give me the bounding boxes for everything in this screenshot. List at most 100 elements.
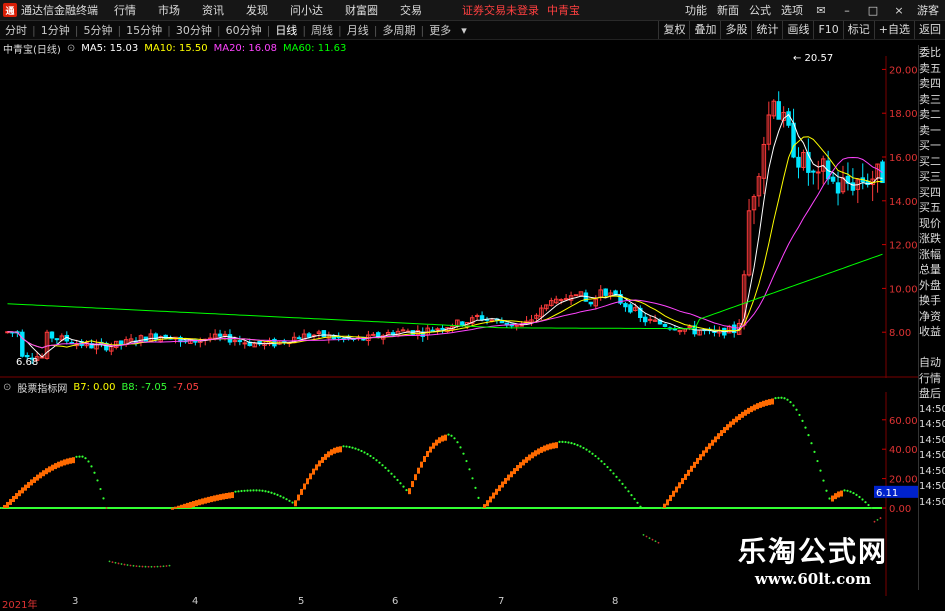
ind-point — [867, 503, 870, 507]
period-monthly[interactable]: 月线 — [342, 22, 374, 38]
side-panel-item[interactable]: 行情 — [919, 371, 945, 387]
ind-point — [624, 486, 627, 489]
side-panel-item[interactable]: 收益 — [919, 324, 945, 340]
ind-point — [252, 489, 255, 492]
minimize-icon[interactable]: – — [839, 4, 855, 17]
period-weekly[interactable]: 周线 — [306, 22, 338, 38]
menu-trade[interactable]: 交易 — [400, 2, 422, 18]
ind-rise-bar — [753, 404, 756, 411]
side-panel-item[interactable]: 净资 — [919, 309, 945, 325]
menu-ask[interactable]: 问小达 — [290, 2, 323, 18]
ind-rise-bar — [216, 494, 219, 501]
period-30min[interactable]: 30分钟 — [171, 22, 217, 38]
side-panel-item[interactable]: 委比 — [919, 45, 945, 61]
side-panel-item[interactable]: 14:50 — [919, 433, 945, 449]
tool-overlay[interactable]: 叠加 — [689, 21, 720, 39]
period-15min[interactable]: 15分钟 — [121, 22, 167, 38]
tool-add-watchlist[interactable]: +自选 — [873, 21, 914, 39]
ind-rise-bar — [174, 506, 177, 509]
ind-tick-label: 40.00 — [889, 445, 918, 456]
menu-new-layout[interactable]: 新面 — [717, 2, 739, 18]
ind-point — [798, 413, 801, 417]
side-panel-item[interactable]: 14:50 — [919, 479, 945, 495]
tool-f10[interactable]: F10 — [813, 21, 842, 39]
ind-point — [96, 479, 99, 482]
side-panel-item[interactable]: 买二 — [919, 154, 945, 170]
login-warning[interactable]: 证券交易未登录 — [462, 2, 539, 18]
ind-rise-bar — [171, 507, 174, 510]
ind-point — [258, 489, 261, 492]
menu-discover[interactable]: 发现 — [246, 2, 268, 18]
period-5min[interactable]: 5分钟 — [78, 22, 117, 38]
tool-stats[interactable]: 统计 — [751, 21, 782, 39]
ind-rise-bar — [729, 421, 732, 428]
side-panel-item[interactable]: 卖四 — [919, 76, 945, 92]
mail-icon[interactable]: ✉ — [813, 4, 829, 17]
ind-point — [396, 478, 399, 482]
side-panel-item[interactable]: 卖二 — [919, 107, 945, 123]
menu-function[interactable]: 功能 — [685, 2, 707, 18]
ind-rise-bar — [519, 462, 522, 469]
tool-adjust[interactable]: 复权 — [658, 21, 689, 39]
menu-wealth[interactable]: 财富圈 — [345, 2, 378, 18]
tool-multi-stock[interactable]: 多股 — [720, 21, 751, 39]
side-panel-item[interactable]: 14:50 — [919, 402, 945, 418]
side-panel-item[interactable]: 自动 — [919, 355, 945, 371]
ind-point — [639, 505, 642, 508]
side-panel-item[interactable]: 14:50 — [919, 417, 945, 433]
candlestick-chart[interactable]: 20.00 18.00 16.00 14.00 12.00 10.00 8.00 ← 20.5… — [0, 38, 918, 378]
side-panel-item[interactable]: 14:50 — [919, 464, 945, 480]
side-panel-item[interactable]: 买三 — [919, 169, 945, 185]
period-daily[interactable]: 日线 — [270, 22, 302, 38]
menu-market[interactable]: 市场 — [158, 2, 180, 18]
side-panel-item[interactable]: 卖五 — [919, 61, 945, 77]
period-timeshare[interactable]: 分时 — [0, 22, 32, 38]
watermark: 乐淘公式网 www.60lt.com — [708, 530, 918, 596]
side-panel-item[interactable]: 14:50 — [919, 448, 945, 464]
side-panel-item[interactable]: 买四 — [919, 185, 945, 201]
side-panel-item[interactable]: 外盘 — [919, 278, 945, 294]
ind-point — [879, 517, 882, 519]
side-panel-item[interactable]: 涨跌 — [919, 231, 945, 247]
candle-body — [791, 122, 796, 158]
side-panel-item[interactable]: 换手 — [919, 293, 945, 309]
ind-point — [90, 465, 93, 468]
close-icon[interactable]: × — [891, 4, 907, 17]
period-1min[interactable]: 1分钟 — [36, 22, 75, 38]
period-more[interactable]: 更多 — [424, 22, 456, 38]
period-multi[interactable]: 多周期 — [377, 22, 420, 38]
menu-options[interactable]: 选项 — [781, 2, 803, 18]
ind-rise-bar — [39, 472, 42, 479]
side-panel-item[interactable]: 盘后 — [919, 386, 945, 402]
menu-formula[interactable]: 公式 — [749, 2, 771, 18]
side-panel-item[interactable]: 总量 — [919, 262, 945, 278]
ind-point — [114, 561, 117, 564]
date-tick-label: 3 — [72, 596, 79, 607]
tool-mark[interactable]: 标记 — [842, 21, 874, 39]
chevron-down-icon[interactable]: ▾ — [456, 24, 472, 37]
maximize-icon[interactable]: □ — [865, 4, 881, 17]
side-panel-item[interactable] — [919, 340, 945, 356]
ind-rise-bar — [408, 488, 411, 495]
ind-point — [147, 565, 150, 568]
menu-news[interactable]: 资讯 — [202, 2, 224, 18]
tool-back[interactable]: 返回 — [914, 21, 945, 39]
side-panel-item[interactable]: 买五 — [919, 200, 945, 216]
ind-point — [129, 564, 132, 567]
side-panel-item[interactable]: 14:50 — [919, 495, 945, 511]
ind-rise-bar — [294, 500, 297, 507]
side-panel-item[interactable]: 涨幅 — [919, 247, 945, 263]
side-panel-item[interactable]: 卖三 — [919, 92, 945, 108]
ind-rise-bar — [201, 498, 204, 505]
ind-rise-bar — [315, 464, 318, 471]
menu-market-quotes[interactable]: 行情 — [114, 2, 136, 18]
ind-point — [120, 563, 123, 565]
side-panel-item[interactable]: 现价 — [919, 216, 945, 232]
ind-rise-bar — [189, 501, 192, 508]
side-panel-item[interactable]: 卖一 — [919, 123, 945, 139]
guest-button[interactable]: 游客 — [917, 2, 939, 18]
period-60min[interactable]: 60分钟 — [221, 22, 267, 38]
side-panel-item[interactable]: 买一 — [919, 138, 945, 154]
ind-rise-bar — [33, 476, 36, 483]
tool-draw[interactable]: 画线 — [782, 21, 813, 39]
